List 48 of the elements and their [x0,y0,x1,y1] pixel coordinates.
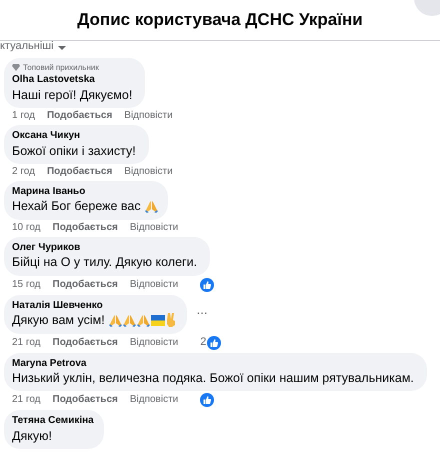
reply-link[interactable]: Відповісти [130,222,178,234]
flag-icon [150,314,165,326]
praying-hands-icon [144,200,158,214]
like-icon[interactable] [200,393,214,408]
like-icon[interactable] [207,336,222,350]
praying-hands-icon [122,314,136,327]
comment-text: Нехай Бог береже вас [12,199,141,214]
reply-link[interactable]: Відповісти [130,336,178,349]
victory-hand-icon [166,313,177,328]
comment-text: Наші герої! Дякуємо! [12,88,132,102]
author-name[interactable]: Оксана Чикун [12,130,139,142]
like-link[interactable]: Подобається [52,222,118,234]
more-options-button[interactable]: ... [196,302,208,317]
author-name[interactable]: Тетяна Семикіна [12,415,94,427]
like-link[interactable]: Подобається [46,110,112,122]
author-name[interactable]: Марина Іваньо [12,186,158,198]
comment-text: Дякую! [12,428,52,444]
caret-icon[interactable] [58,45,66,51]
comment-time[interactable]: 15 год [12,278,41,291]
comment-text: Дякую вам усім! [12,313,105,328]
reply-link[interactable]: Відповісти [130,394,178,406]
author-name[interactable]: Олег Чуриков [12,242,200,254]
like-link[interactable]: Подобається [46,166,112,178]
author-name[interactable]: Maryna Petrova [12,358,417,370]
reaction-count[interactable]: 2 [200,336,206,350]
author-name[interactable]: Olha Lastovetska [12,74,136,86]
like-link[interactable]: Подобається [52,336,118,349]
like-link[interactable]: Подобається [52,394,118,406]
reply-link[interactable]: Відповісти [124,166,173,178]
comment-time[interactable]: 2 год [12,166,35,178]
diamond-icon [12,64,20,72]
fan-label: Топовий прихильник [23,63,99,72]
praying-hands-icon [136,314,150,327]
comment-text: Низький уклін, величезна подяка. Божої опіки нашим рятувальникам. [12,371,414,386]
like-icon[interactable] [200,278,214,292]
praying-hands-icon [108,314,122,327]
comment-text: Божої опіки і захисту! [12,144,136,158]
like-link[interactable]: Подобається [52,278,118,291]
reply-link[interactable]: Відповісти [130,278,178,291]
author-name[interactable]: Наталія Шевченко [12,300,177,312]
comment-text: Бійці на О у тилу. Дякую колеги. [12,255,198,270]
dialog-title: Допис користувача ДСНС України [77,10,363,30]
sort-label[interactable]: ктуальніші [0,40,54,52]
comment-time[interactable]: 1 год [12,110,35,122]
comment-time[interactable]: 10 год [12,222,41,234]
comment-time[interactable]: 21 год [12,394,41,406]
comment-time[interactable]: 21 год [12,336,41,349]
reply-link[interactable]: Відповісти [124,110,173,122]
